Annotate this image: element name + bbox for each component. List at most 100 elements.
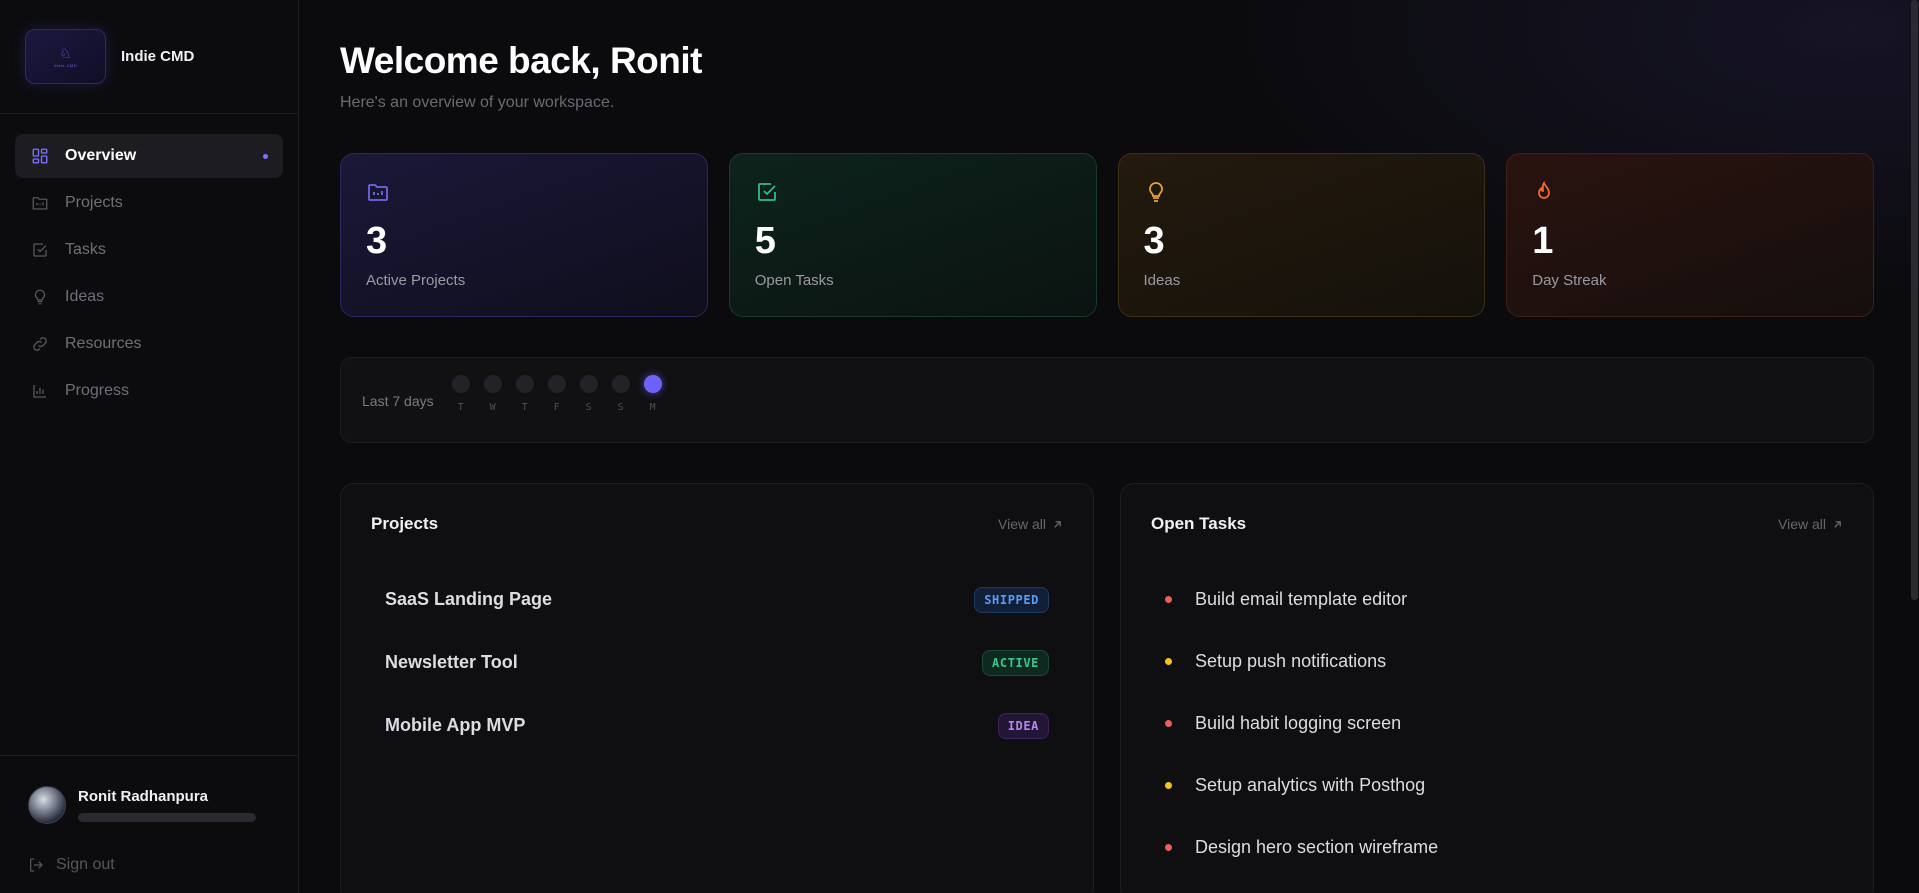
task-row[interactable]: Setup analytics with Posthog xyxy=(1151,754,1843,816)
brand: ♘ Indie CMD Indie CMD xyxy=(0,0,298,114)
status-badge: ACTIVE xyxy=(982,649,1049,676)
activity-day: S xyxy=(611,375,630,413)
priority-dot xyxy=(1165,781,1172,789)
priority-dot xyxy=(1165,719,1172,727)
activity-day: T xyxy=(515,375,534,413)
day-letter: T xyxy=(521,402,528,413)
page-scrollbar[interactable] xyxy=(1911,0,1918,600)
sidebar-item-label: Tasks xyxy=(65,241,106,258)
stat-label: Ideas xyxy=(1143,272,1181,289)
user-profile[interactable]: Ronit Radhanpura xyxy=(28,786,298,824)
knight-icon: ♘ xyxy=(59,44,72,61)
sidebar-item-projects[interactable]: Projects xyxy=(15,181,283,225)
projects-panel: Projects View all SaaS Landing Page SHIP… xyxy=(340,483,1094,893)
sidebar-item-label: Overview xyxy=(65,147,137,164)
panel-header: Open Tasks View all xyxy=(1151,514,1843,534)
stat-card-ideas[interactable]: 3 Ideas xyxy=(1117,153,1486,317)
stat-label: Active Projects xyxy=(366,272,466,289)
project-row[interactable]: Newsletter Tool ACTIVE xyxy=(371,631,1063,694)
lightbulb-icon xyxy=(1144,180,1168,204)
task-row[interactable]: Build habit logging screen xyxy=(1151,692,1843,754)
panels-row: Projects View all SaaS Landing Page SHIP… xyxy=(340,483,1874,893)
checkbox-icon xyxy=(755,180,779,204)
activity-day: M xyxy=(643,375,662,413)
activity-strip: Last 7 days T W T F S S M xyxy=(340,357,1874,443)
activity-label: Last 7 days xyxy=(362,393,434,409)
tasks-list: Build email template editor Setup push n… xyxy=(1151,568,1843,878)
day-dot xyxy=(579,375,598,393)
day-letter: F xyxy=(553,402,560,413)
view-all-label: View all xyxy=(1778,516,1826,532)
day-letter: S xyxy=(617,402,624,413)
bar-chart-icon xyxy=(31,382,49,400)
app-logo[interactable]: ♘ Indie CMD xyxy=(25,29,106,84)
sidebar-item-label: Resources xyxy=(65,335,142,352)
link-icon xyxy=(31,335,49,353)
priority-dot xyxy=(1165,595,1172,603)
task-title: Setup push notifications xyxy=(1195,650,1387,671)
project-row[interactable]: SaaS Landing Page SHIPPED xyxy=(371,568,1063,631)
open-tasks-panel: Open Tasks View all Build email template… xyxy=(1120,483,1874,893)
view-all-projects-link[interactable]: View all xyxy=(998,516,1063,532)
user-name: Ronit Radhanpura xyxy=(78,788,208,805)
priority-dot xyxy=(1165,843,1172,851)
stat-card-open-tasks[interactable]: 5 Open Tasks xyxy=(728,153,1097,317)
project-row[interactable]: Mobile App MVP IDEA xyxy=(371,694,1063,757)
sign-out-label: Sign out xyxy=(56,856,115,873)
day-dot xyxy=(547,375,566,393)
stat-label: Open Tasks xyxy=(754,272,834,289)
task-row[interactable]: Design hero section wireframe xyxy=(1151,816,1843,878)
task-row[interactable]: Build email template editor xyxy=(1151,568,1843,630)
task-row[interactable]: Setup push notifications xyxy=(1151,630,1843,692)
sidebar-item-tasks[interactable]: Tasks xyxy=(15,228,283,272)
project-name: SaaS Landing Page xyxy=(385,589,553,609)
day-dot xyxy=(611,375,630,393)
project-name: Mobile App MVP xyxy=(385,715,526,735)
view-all-label: View all xyxy=(998,516,1046,532)
sign-out-button[interactable]: Sign out xyxy=(28,856,298,874)
sidebar-item-resources[interactable]: Resources xyxy=(15,322,283,366)
priority-dot xyxy=(1165,657,1172,665)
stat-value: 5 xyxy=(754,220,776,262)
logo-text: Indie CMD xyxy=(53,62,78,68)
view-all-tasks-link[interactable]: View all xyxy=(1778,516,1843,532)
stat-value: 3 xyxy=(1143,220,1165,262)
task-title: Build habit logging screen xyxy=(1195,712,1402,733)
sidebar-item-label: Ideas xyxy=(65,288,105,305)
panel-title: Projects xyxy=(371,514,439,533)
day-letter: M xyxy=(649,402,656,413)
sidebar-item-progress[interactable]: Progress xyxy=(15,369,283,413)
task-title: Design hero section wireframe xyxy=(1195,836,1439,857)
folder-icon xyxy=(31,194,49,212)
status-badge: SHIPPED xyxy=(974,586,1049,613)
activity-day: S xyxy=(579,375,598,413)
activity-days: T W T F S S M xyxy=(451,375,662,413)
avatar xyxy=(28,786,66,824)
panel-title: Open Tasks xyxy=(1151,514,1247,533)
user-info: Ronit Radhanpura xyxy=(78,786,256,822)
activity-day: F xyxy=(547,375,566,413)
stats-row: 3 Active Projects 5 Open Tasks 3 Ideas 1… xyxy=(340,153,1874,317)
arrow-up-right-icon xyxy=(1054,520,1061,528)
main-content: Welcome back, Ronit Here's an overview o… xyxy=(340,0,1874,893)
stat-card-day-streak[interactable]: 1 Day Streak xyxy=(1506,153,1874,317)
sidebar-item-label: Projects xyxy=(65,194,123,211)
flame-icon xyxy=(1532,180,1556,204)
stat-label: Day Streak xyxy=(1532,272,1607,289)
sidebar-footer: Ronit Radhanpura Sign out xyxy=(0,755,298,893)
stat-value: 1 xyxy=(1532,220,1554,262)
sidebar: ♘ Indie CMD Indie CMD Overview Projects … xyxy=(0,0,299,893)
day-dot xyxy=(515,375,534,393)
sidebar-nav: Overview Projects Tasks Ideas Resources … xyxy=(0,114,298,413)
day-letter: T xyxy=(457,402,464,413)
task-title: Build email template editor xyxy=(1195,588,1408,609)
sidebar-item-ideas[interactable]: Ideas xyxy=(15,275,283,319)
day-dot-active xyxy=(643,375,662,393)
sidebar-item-overview[interactable]: Overview xyxy=(15,134,283,178)
panel-header: Projects View all xyxy=(371,514,1063,534)
checkbox-icon xyxy=(31,241,49,259)
day-letter: W xyxy=(489,402,496,413)
activity-day: T xyxy=(451,375,470,413)
stat-card-active-projects[interactable]: 3 Active Projects xyxy=(340,153,708,317)
page-title: Welcome back, Ronit xyxy=(340,40,702,81)
